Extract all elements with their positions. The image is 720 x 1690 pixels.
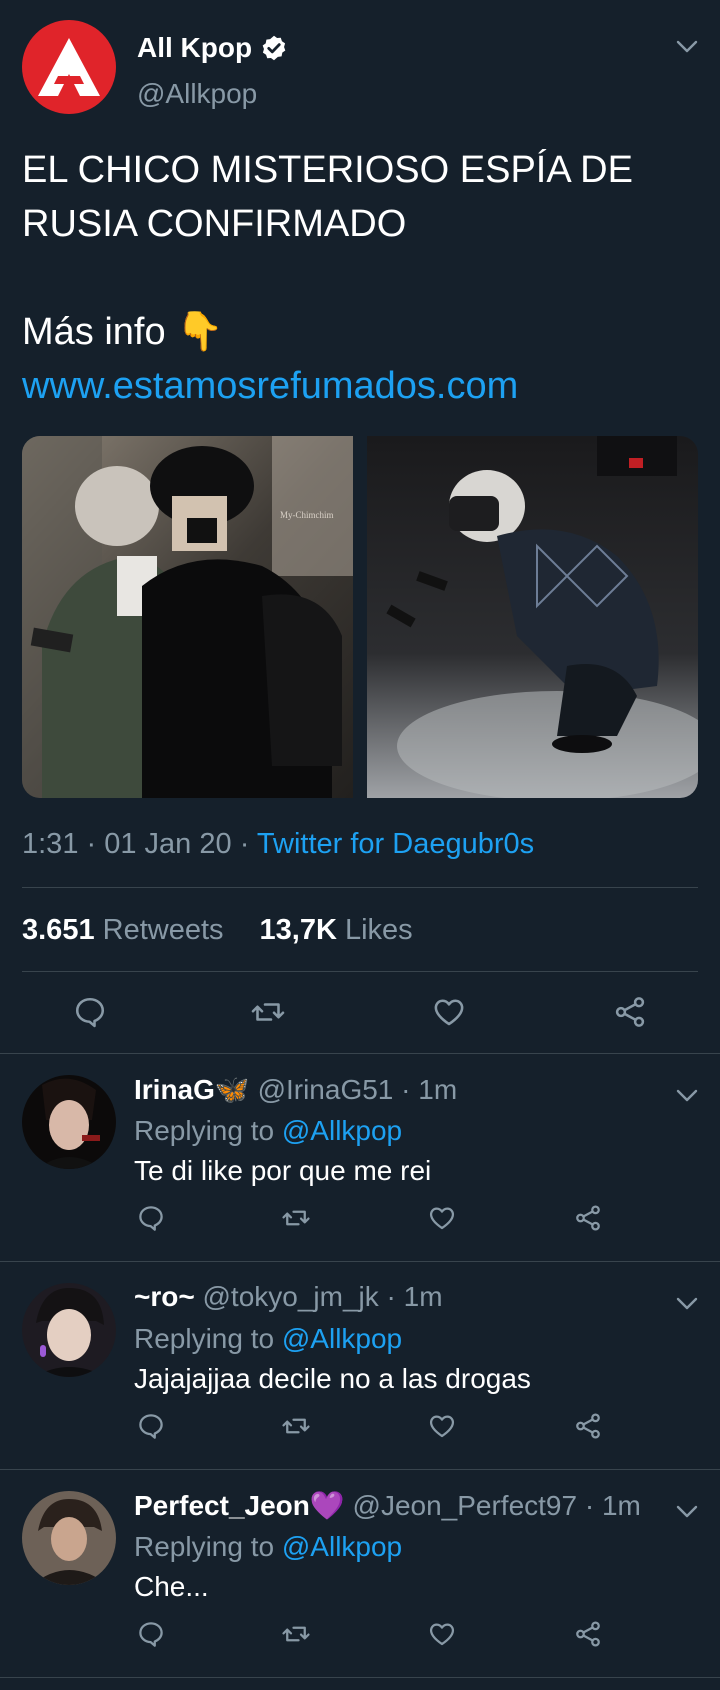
tweet-text-line: EL CHICO MISTERIOSO ESPÍA DE — [22, 149, 633, 191]
tweet-counts: 3.651 Retweets 13,7K Likes — [22, 914, 413, 947]
reply-author-handle[interactable]: @tokyo_jm_jk — [202, 1281, 378, 1312]
tweet-source[interactable]: Twitter for Daegubr0s — [257, 828, 534, 860]
tweet-meta: 1:31 · 01 Jan 20 · Twitter for Daegubr0s — [22, 828, 534, 861]
tweet-date: 01 Jan 20 — [104, 828, 232, 860]
like-heart-icon[interactable] — [431, 994, 467, 1030]
tweet-text: EL CHICO MISTERIOSO ESPÍA DE RUSIA CONFI… — [22, 143, 682, 413]
like-heart-icon[interactable] — [427, 1619, 457, 1649]
allkpop-logo-icon — [38, 38, 100, 96]
retweet-icon[interactable] — [281, 1411, 311, 1441]
avatar[interactable] — [22, 1075, 116, 1169]
tweet-text-line: RUSIA CONFIRMADO — [22, 203, 407, 245]
reply-author-name[interactable]: Perfect_Jeon💜 — [134, 1490, 345, 1521]
share-icon[interactable] — [573, 1411, 603, 1441]
tweet-photo-1[interactable]: My-Chimchim — [22, 436, 353, 798]
meta-separator: · — [401, 1074, 411, 1105]
reply-header: ~ro~ @tokyo_jm_jk · 1m — [134, 1281, 443, 1313]
reply-tweet[interactable]: ~ro~ @tokyo_jm_jk · 1m Replying to @Allk… — [0, 1261, 720, 1468]
replying-to: Replying to @Allkpop — [134, 1115, 402, 1147]
reply-icon[interactable] — [136, 1203, 166, 1233]
reply-tweet[interactable]: Perfect_Jeon💜 @Jeon_Perfect97 · 1m Reply… — [0, 1469, 720, 1676]
share-icon[interactable] — [612, 994, 648, 1030]
retweets-count-group[interactable]: 3.651 Retweets — [22, 914, 224, 947]
replying-to-handle[interactable]: @Allkpop — [282, 1531, 402, 1562]
reply-text: Te di like por que me rei — [134, 1155, 432, 1186]
reply-author-handle[interactable]: @Jeon_Perfect97 — [353, 1490, 578, 1521]
reply-icon[interactable] — [136, 1411, 166, 1441]
reply-icon[interactable] — [136, 1619, 166, 1649]
replying-to-label: Replying to — [134, 1323, 275, 1354]
reply-author-handle[interactable]: @IrinaG51 — [258, 1074, 394, 1105]
divider — [22, 887, 698, 888]
reply-text: Che... — [134, 1571, 209, 1602]
tweet-photo-2[interactable] — [367, 436, 698, 798]
meta-separator: · — [386, 1281, 396, 1312]
reply-time: 1m — [403, 1281, 443, 1312]
avatar[interactable] — [22, 1491, 116, 1585]
likes-count-group[interactable]: 13,7K Likes — [260, 914, 413, 947]
retweet-icon[interactable] — [281, 1203, 311, 1233]
like-heart-icon[interactable] — [427, 1203, 457, 1233]
tweet-time: 1:31 — [22, 828, 79, 860]
retweet-icon[interactable] — [281, 1619, 311, 1649]
svg-text:My-Chimchim: My-Chimchim — [280, 510, 334, 520]
reply-header: Perfect_Jeon💜 @Jeon_Perfect97 · 1m — [134, 1489, 641, 1522]
likes-label: Likes — [344, 914, 413, 946]
reply-header: IrinaG🦋 @IrinaG51 · 1m — [134, 1073, 457, 1106]
replying-to-handle[interactable]: @Allkpop — [282, 1115, 402, 1146]
tweet-link[interactable]: www.estamosrefumados.com — [22, 359, 682, 413]
retweets-label: Retweets — [102, 914, 224, 946]
reply-icon[interactable] — [72, 994, 108, 1030]
replying-to: Replying to @Allkpop — [134, 1323, 402, 1355]
more-info-text: Más info 👇 — [22, 311, 224, 353]
divider — [22, 971, 698, 972]
replying-to: Replying to @Allkpop — [134, 1531, 402, 1563]
reply-author-name[interactable]: ~ro~ — [134, 1281, 195, 1312]
meta-separator: · — [584, 1490, 595, 1521]
reply-author-name[interactable]: IrinaG🦋 — [134, 1074, 250, 1105]
tweet-author-row: All Kpop — [137, 32, 288, 64]
author-display-name[interactable]: All Kpop — [137, 32, 252, 64]
replying-to-label: Replying to — [134, 1115, 275, 1146]
chevron-down-icon[interactable] — [676, 1505, 698, 1519]
reply-time: 1m — [601, 1490, 641, 1521]
meta-separator: · — [239, 828, 257, 860]
meta-separator: · — [86, 828, 105, 860]
like-heart-icon[interactable] — [427, 1411, 457, 1441]
reply-time: 1m — [418, 1074, 458, 1105]
retweets-count: 3.651 — [22, 914, 95, 946]
tweet-avatar[interactable] — [22, 20, 116, 114]
chevron-down-icon[interactable] — [676, 40, 698, 54]
retweet-icon[interactable] — [250, 994, 286, 1030]
share-icon[interactable] — [573, 1203, 603, 1233]
share-icon[interactable] — [573, 1619, 603, 1649]
divider — [0, 1677, 720, 1678]
replying-to-handle[interactable]: @Allkpop — [282, 1323, 402, 1354]
chevron-down-icon[interactable] — [676, 1297, 698, 1311]
author-handle[interactable]: @Allkpop — [137, 78, 257, 110]
chevron-down-icon[interactable] — [676, 1089, 698, 1103]
verified-badge-icon — [262, 35, 286, 61]
avatar[interactable] — [22, 1283, 116, 1377]
likes-count: 13,7K — [259, 914, 337, 946]
replying-to-label: Replying to — [134, 1531, 275, 1562]
reply-tweet[interactable]: IrinaG🦋 @IrinaG51 · 1m Replying to @Allk… — [0, 1053, 720, 1260]
tweet-media[interactable]: My-Chimchim — [22, 436, 698, 798]
reply-text: Jajajajjaa decile no a las drogas — [134, 1363, 531, 1394]
